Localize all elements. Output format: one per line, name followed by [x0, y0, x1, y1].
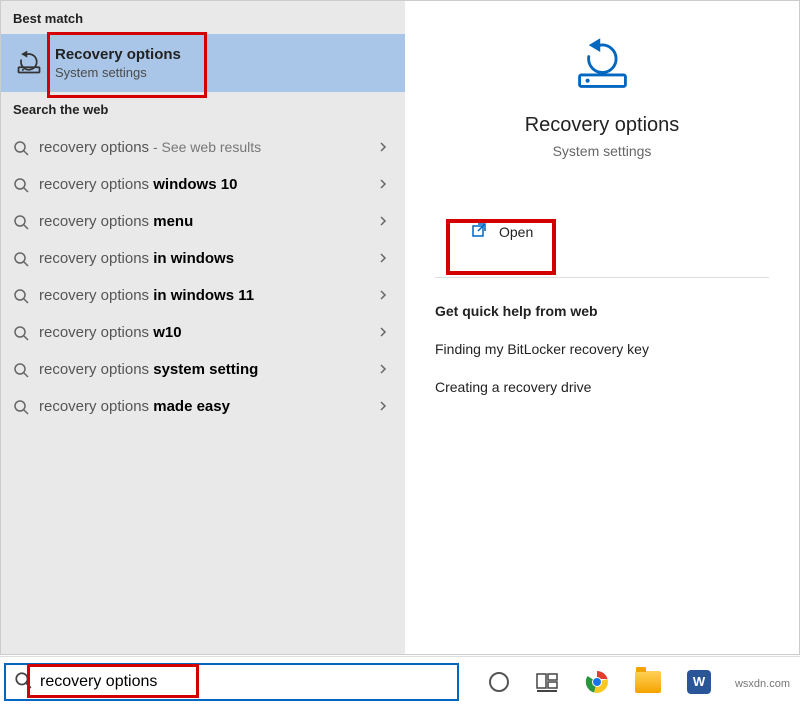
- web-result-label: recovery options made easy: [39, 398, 367, 415]
- web-result-label: recovery options - See web results: [39, 139, 367, 156]
- detail-panel: Recovery options System settings Open Ge…: [405, 1, 799, 654]
- web-result-item[interactable]: recovery options made easy: [1, 388, 405, 425]
- web-result-item[interactable]: recovery options - See web results: [1, 129, 405, 166]
- web-results-list: recovery options - See web results recov…: [1, 125, 405, 425]
- best-match-subtitle: System settings: [55, 65, 181, 80]
- chevron-right-icon: [377, 399, 389, 415]
- best-match-item[interactable]: Recovery options System settings: [1, 34, 405, 92]
- web-result-label: recovery options menu: [39, 213, 367, 230]
- search-input[interactable]: [40, 673, 449, 691]
- search-box[interactable]: [4, 663, 459, 701]
- search-icon: [13, 177, 29, 193]
- quick-help-link[interactable]: Creating a recovery drive: [435, 379, 799, 395]
- search-icon: [13, 251, 29, 267]
- open-label: Open: [499, 224, 533, 240]
- web-result-item[interactable]: recovery options in windows 11: [1, 277, 405, 314]
- web-result-item[interactable]: recovery options menu: [1, 203, 405, 240]
- search-icon: [14, 671, 32, 692]
- web-result-label: recovery options windows 10: [39, 176, 367, 193]
- search-icon: [13, 325, 29, 341]
- detail-subtitle: System settings: [405, 143, 799, 159]
- divider: [435, 277, 769, 278]
- best-match-header: Best match: [1, 1, 405, 34]
- search-icon: [13, 140, 29, 156]
- web-result-label: recovery options w10: [39, 324, 367, 341]
- chevron-right-icon: [377, 251, 389, 267]
- chevron-right-icon: [377, 177, 389, 193]
- chrome-icon[interactable]: [585, 670, 609, 694]
- quick-help-header: Get quick help from web: [435, 303, 799, 319]
- search-results-panel: Best match Recovery options System setti…: [1, 1, 405, 654]
- taskbar: W: [0, 656, 800, 706]
- best-match-title: Recovery options: [55, 46, 181, 63]
- chevron-right-icon: [377, 325, 389, 341]
- web-result-label: recovery options in windows 11: [39, 287, 367, 304]
- web-result-label: recovery options system setting: [39, 361, 367, 378]
- task-view-icon[interactable]: [535, 670, 559, 694]
- recovery-icon: [15, 48, 43, 79]
- web-result-item[interactable]: recovery options w10: [1, 314, 405, 351]
- search-web-header: Search the web: [1, 92, 405, 125]
- web-result-item[interactable]: recovery options in windows: [1, 240, 405, 277]
- detail-recovery-icon: [405, 36, 799, 94]
- search-icon: [13, 399, 29, 415]
- open-button[interactable]: Open: [465, 214, 539, 249]
- web-result-item[interactable]: recovery options system setting: [1, 351, 405, 388]
- cortana-icon[interactable]: [489, 672, 509, 692]
- web-result-label: recovery options in windows: [39, 250, 367, 267]
- search-icon: [13, 288, 29, 304]
- chevron-right-icon: [377, 288, 389, 304]
- open-external-icon: [471, 222, 487, 241]
- search-icon: [13, 214, 29, 230]
- watermark: wsxdn.com: [735, 678, 790, 690]
- web-result-item[interactable]: recovery options windows 10: [1, 166, 405, 203]
- chevron-right-icon: [377, 362, 389, 378]
- chevron-right-icon: [377, 214, 389, 230]
- detail-title: Recovery options: [405, 114, 799, 137]
- quick-help-link[interactable]: Finding my BitLocker recovery key: [435, 341, 799, 357]
- search-icon: [13, 362, 29, 378]
- word-icon[interactable]: W: [687, 670, 711, 694]
- chevron-right-icon: [377, 140, 389, 156]
- file-explorer-icon[interactable]: [635, 671, 661, 693]
